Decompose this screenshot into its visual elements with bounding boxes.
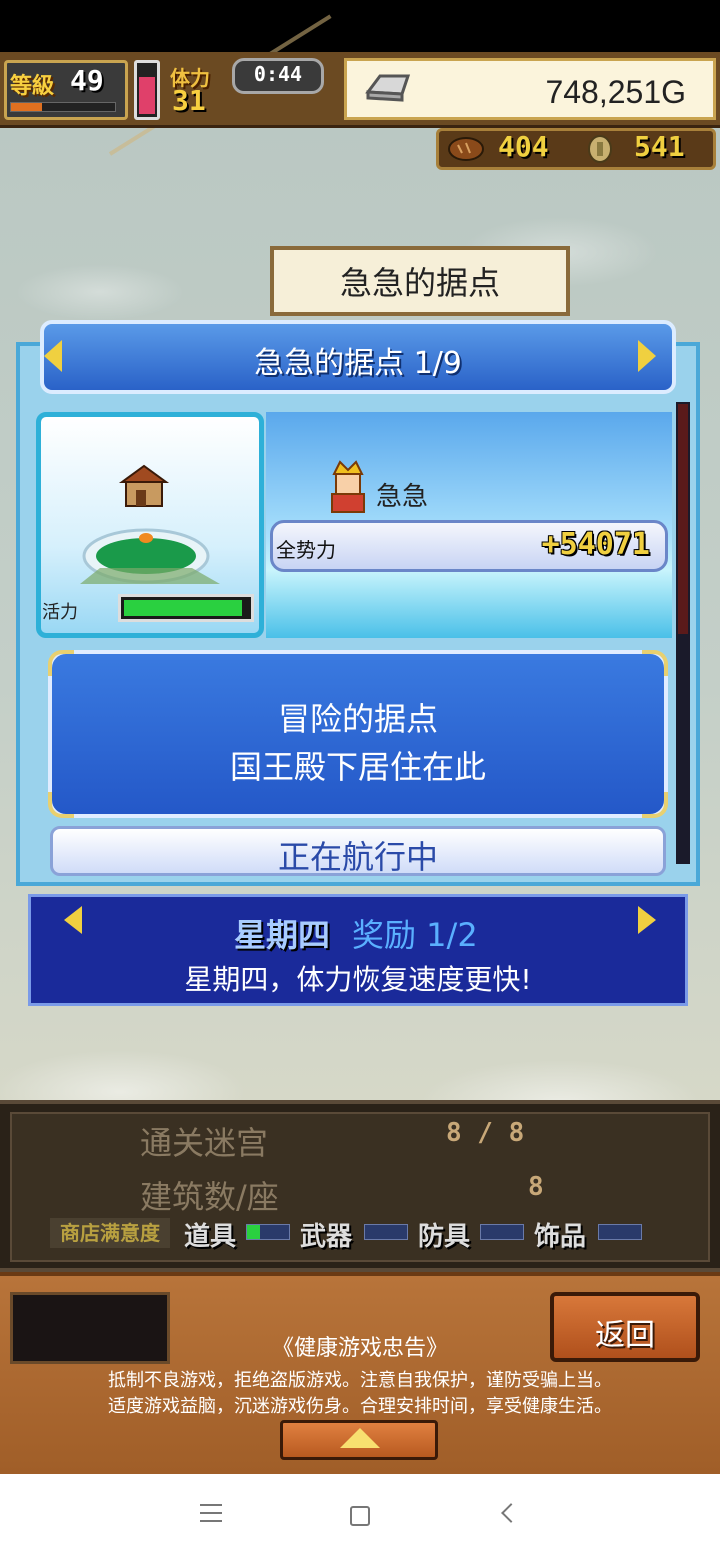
description-line-1: 冒险的据点: [277, 700, 438, 738]
total-power-value: +54071: [541, 527, 650, 562]
bonus-description: 星期四，体力恢复速度更快!: [184, 963, 532, 996]
owner-name: 急急: [376, 482, 429, 512]
panel-scroll-thumb[interactable]: [678, 404, 688, 634]
coin-icon: [588, 135, 612, 163]
total-power-label: 全势力: [276, 538, 336, 562]
ornament-corner: [48, 650, 74, 676]
resource2-value: 541: [634, 130, 685, 163]
ornament-corner: [642, 650, 668, 676]
level-label: 等級: [10, 74, 55, 99]
arrow-right-icon: [638, 340, 656, 372]
silver-ingot-icon: [365, 74, 411, 102]
vitality-bar-fill: [124, 600, 242, 616]
stamina-value: 31: [172, 84, 206, 117]
description-line-2: 国王殿下居住在此: [229, 748, 486, 786]
prev-bonus-button[interactable]: [64, 906, 82, 934]
king-portrait-icon: [331, 460, 365, 513]
category-label-items: 道具: [184, 1222, 237, 1252]
home-icon[interactable]: [350, 1506, 370, 1526]
vitality-label: 活力: [42, 602, 78, 623]
health-notice-title: 《健康游戏忠告》: [271, 1336, 448, 1361]
arrow-up-icon: [340, 1428, 380, 1448]
dungeon-cleared-label: 通关迷宫: [140, 1124, 269, 1162]
building-count-value: 8: [528, 1172, 544, 1202]
gold-value: 748,251G: [545, 74, 686, 110]
island-icon: [80, 464, 220, 584]
category-label-weapons: 武器: [300, 1222, 353, 1252]
ornament-corner: [48, 792, 74, 818]
next-base-button[interactable]: [638, 340, 656, 372]
health-notice-line-2: 适度游戏益脑，沉迷游戏伤身。合理安排时间，享受健康生活。: [108, 1396, 612, 1417]
bonus-title: 奖励 1/2: [352, 916, 478, 954]
arrow-right-icon: [638, 906, 656, 934]
category-meter-weapons: [364, 1224, 408, 1240]
category-label-accessories: 饰品: [534, 1222, 587, 1252]
category-meter-items: [246, 1224, 290, 1240]
dungeon-cleared-value: 8 / 8: [446, 1118, 525, 1148]
category-meter-fill: [247, 1225, 260, 1239]
bread-icon: [448, 137, 484, 161]
shop-satisfaction-label: 商店满意度: [50, 1218, 170, 1248]
category-meter-accessories: [598, 1224, 642, 1240]
stamina-gauge-fill: [139, 77, 155, 114]
category-label-armor: 防具: [418, 1222, 471, 1252]
prev-base-button[interactable]: [44, 340, 62, 372]
resource1-value: 404: [498, 130, 549, 163]
level-value: 49: [70, 64, 104, 97]
arrow-left-icon: [64, 906, 82, 934]
sailing-status-label: 正在航行中: [277, 838, 438, 876]
health-notice-line-1: 抵制不良游戏，拒绝盗版游戏。注意自我保护，谨防受骗上当。: [108, 1370, 612, 1391]
timer-text: 0:44: [253, 62, 303, 86]
status-bar: [0, 0, 720, 52]
category-meter-armor: [480, 1224, 524, 1240]
building-count-label: 建筑数/座: [140, 1178, 279, 1216]
next-bonus-button[interactable]: [638, 906, 656, 934]
arrow-left-icon: [44, 340, 62, 372]
level-progress-fill: [11, 103, 43, 111]
location-sign-title: 急急的据点: [339, 264, 500, 302]
bonus-day: 星期四: [234, 916, 331, 954]
menu-icon[interactable]: [200, 1504, 222, 1528]
panel-title: 急急的据点 1/9: [254, 346, 462, 381]
